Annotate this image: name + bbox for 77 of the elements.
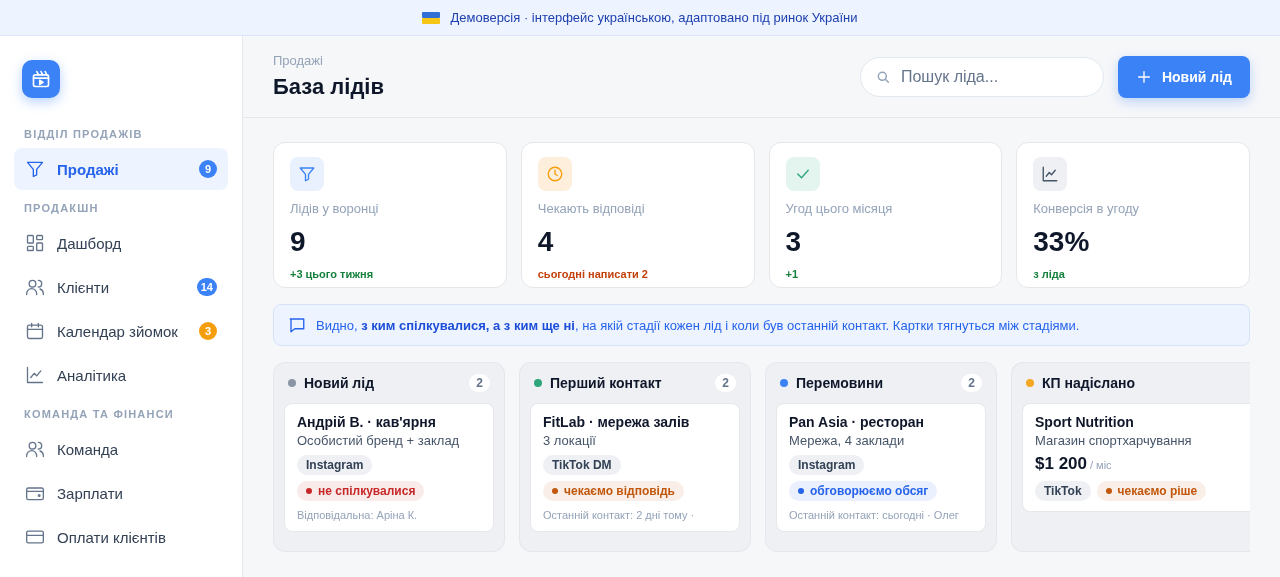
stat-label: Лідів у воронці — [290, 201, 380, 216]
clock-icon — [537, 157, 572, 191]
lead-subtitle: Мережа, 4 заклади — [789, 433, 906, 448]
lead-subtitle: Магазин спортхарчування — [1035, 433, 1193, 448]
stage-title: Перемовини — [796, 375, 884, 391]
sidebar-item[interactable]: Оплати клієнтів — [14, 516, 228, 558]
section-title: КОМАНДА ТА ФІНАНСИ — [23, 408, 175, 420]
check-icon — [785, 157, 820, 191]
price-unit: / міс — [1090, 459, 1112, 471]
source-tag: TikTok — [1035, 481, 1091, 501]
stage-title: Новий лід — [304, 375, 376, 391]
stat-note: +1 — [785, 268, 800, 280]
banner-text: Демоверсія · інтерфейс українською, адаптовано під ринок України — [450, 10, 858, 25]
stage-count: 2 — [469, 374, 490, 392]
price: $1 200 — [1035, 454, 1087, 473]
sidebar-item[interactable]: Дашборд — [14, 222, 228, 264]
status-pill: чекаємо відповідь — [543, 481, 684, 501]
lead-card[interactable]: Андрій В. · кав'ярня Особистий бренд + заклад Instagram не спілкувалися Відповідальна: Аріна К. — [284, 403, 494, 532]
sidebar-item[interactable]: Календар зйомок 3 — [14, 310, 228, 352]
count-badge: 9 — [199, 160, 217, 178]
lead-card[interactable]: FitLab · мережа залів 3 локації TikTok DM чекаємо відповідь Останній контакт: 2 дні тому · — [530, 403, 740, 532]
users-icon — [25, 439, 45, 459]
source-tag: Instagram — [789, 455, 865, 475]
stat-value: 4 — [537, 226, 555, 258]
stat-label: Конверсія в угоду — [1033, 201, 1140, 216]
new-lead-button[interactable]: Новий лід — [1117, 55, 1250, 98]
search-field[interactable]: Пошук ліда... — [859, 56, 1104, 97]
stage-title: Перший контакт — [550, 375, 663, 391]
section-title: ВІДДІЛ ПРОДАЖІВ — [23, 128, 144, 140]
info-text: Видно, з ким спілкувалися, а з ким ще ні, на якій стадії кожен лід і коли був останній контакт. Картки тягнуться між стадіями. — [316, 317, 1080, 333]
stat-value: 33% — [1033, 226, 1091, 258]
stat-note: з ліда — [1033, 268, 1066, 280]
logo-icon[interactable] — [22, 60, 60, 98]
status-pill: обговорюємо обсяг — [789, 481, 938, 501]
chart-icon — [25, 365, 45, 385]
lead-title: Sport Nutrition — [1035, 414, 1135, 430]
status-pill: не спілкувалися — [297, 481, 425, 501]
chart-icon — [1033, 157, 1068, 191]
stat-value: 9 — [290, 226, 307, 258]
calendar-icon — [25, 321, 45, 341]
lead-title: Андрій В. · кав'ярня — [297, 414, 437, 430]
users-icon — [25, 277, 45, 297]
stat-note: +3 цього тижня — [290, 268, 375, 280]
chat-icon — [288, 316, 306, 334]
lead-card[interactable]: Sport Nutrition Магазин спортхарчування $1 200 / міс TikTok чекаємо ріше — [1022, 403, 1250, 512]
stat-label: Чекають відповіді — [537, 201, 646, 216]
plus-icon — [1135, 68, 1152, 85]
grid-icon — [25, 233, 45, 253]
source-tag: Instagram — [297, 455, 373, 475]
funnel-icon — [25, 159, 45, 179]
source-tag: TikTok DM — [543, 455, 621, 475]
stage-count: 2 — [961, 374, 982, 392]
sidebar-item[interactable]: Зарплати — [14, 472, 228, 514]
sidebar-item[interactable]: Команда — [14, 428, 228, 470]
lead-card[interactable]: Pan Asia · ресторан Мережа, 4 заклади Instagram обговорюємо обсяг Останній контакт: сьогодні · Олег — [776, 403, 986, 532]
lead-subtitle: 3 локації — [543, 433, 597, 448]
sidebar-item[interactable]: Клієнти 14 — [14, 266, 228, 308]
status-pill: чекаємо ріше — [1096, 481, 1207, 501]
stage-title: КП надіслано — [1042, 375, 1136, 391]
lead-title: FitLab · мережа залів — [543, 414, 691, 430]
flag-icon — [422, 11, 441, 24]
lead-subtitle: Особистий бренд + заклад — [297, 433, 461, 448]
count-badge: 14 — [196, 278, 217, 296]
sidebar-item[interactable]: Продажі 9 — [14, 148, 228, 190]
stat-note: сьогодні написати 2 — [537, 268, 649, 280]
count-badge: 3 — [199, 322, 217, 340]
page-title: База лідів — [273, 74, 385, 100]
lead-footer: Останній контакт: 2 дні тому · — [543, 509, 727, 521]
lead-footer: Останній контакт: сьогодні · Олег — [789, 509, 973, 521]
lead-title: Pan Asia · ресторан — [789, 414, 926, 430]
section-title: ПРОДАКШН — [23, 202, 100, 214]
stat-label: Угод цього місяця — [785, 201, 894, 216]
stage-count: 2 — [715, 374, 736, 392]
sidebar-item[interactable]: Аналітика — [14, 354, 228, 396]
lead-footer: Відповідальна: Аріна К. — [297, 509, 481, 521]
funnel-icon — [290, 157, 324, 191]
stat-value: 3 — [785, 226, 803, 258]
